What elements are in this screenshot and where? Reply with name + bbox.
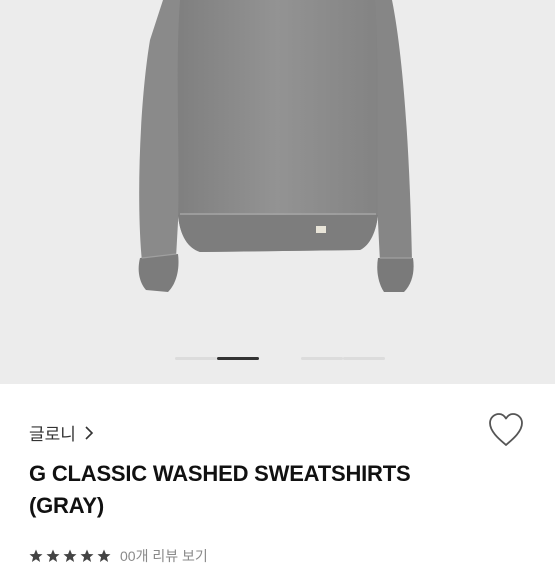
gallery-dot-active[interactable] bbox=[217, 357, 259, 360]
gallery-dot[interactable] bbox=[301, 357, 343, 360]
gallery-dot[interactable] bbox=[343, 357, 385, 360]
gallery-dot[interactable] bbox=[175, 357, 217, 360]
star-icon bbox=[80, 549, 94, 562]
sweatshirt-image bbox=[138, 0, 414, 292]
product-image-gallery[interactable] bbox=[0, 0, 555, 384]
rating-row[interactable]: 00개 리뷰 보기 bbox=[29, 546, 208, 566]
chevron-right-icon bbox=[85, 425, 94, 440]
heart-icon[interactable] bbox=[487, 412, 525, 448]
star-icon bbox=[97, 549, 111, 562]
product-title-line1: G CLASSIC WASHED SWEATSHIRTS bbox=[29, 461, 411, 486]
star-icon bbox=[46, 549, 60, 562]
product-info: 글로니 G CLASSIC WASHED SWEATSHIRTS (GRAY) … bbox=[0, 384, 555, 564]
review-count-link[interactable]: 00개 리뷰 보기 bbox=[120, 546, 208, 566]
brand-name: 글로니 bbox=[29, 425, 76, 444]
gallery-indicator bbox=[175, 357, 385, 360]
star-icon bbox=[29, 549, 43, 562]
product-title: G CLASSIC WASHED SWEATSHIRTS (GRAY) bbox=[29, 458, 489, 522]
brand-link[interactable]: 글로니 bbox=[29, 420, 94, 445]
star-icon bbox=[63, 549, 77, 562]
star-rating bbox=[29, 549, 114, 563]
product-title-line2: (GRAY) bbox=[29, 493, 104, 518]
